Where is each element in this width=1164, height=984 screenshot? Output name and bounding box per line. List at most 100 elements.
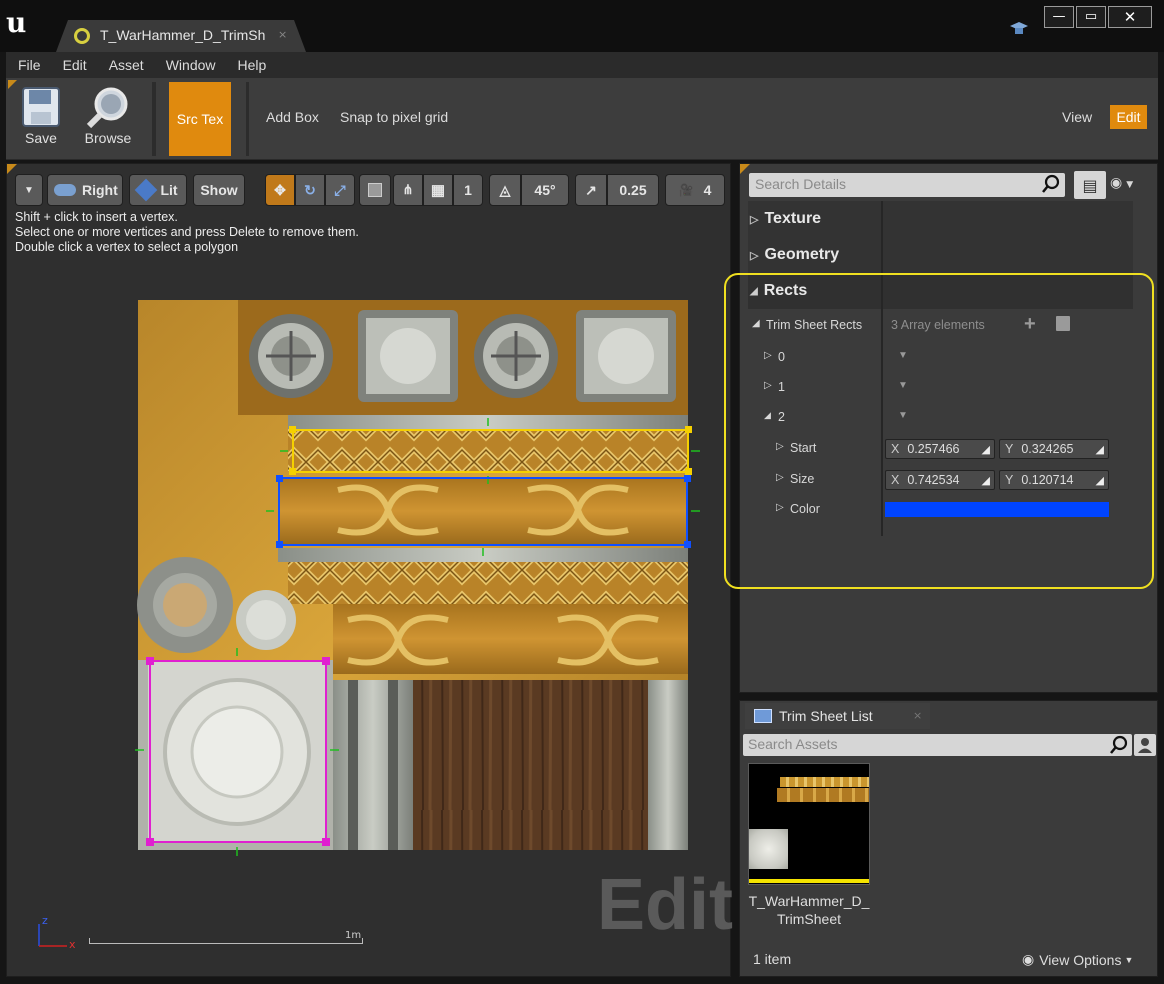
browse-button[interactable]: Browse (80, 86, 136, 146)
person-icon (1138, 738, 1152, 753)
section-rects[interactable]: ◢ Rects (748, 273, 1133, 309)
menu-asset[interactable]: Asset (97, 57, 154, 73)
drag-handle-icon[interactable]: ◢ (982, 443, 990, 456)
search-icon[interactable] (1041, 174, 1061, 194)
edit-mode-button[interactable]: Edit (1110, 105, 1147, 129)
scale-bar (89, 938, 363, 944)
tab-trim-sheet-list[interactable]: Trim Sheet List × (745, 703, 930, 731)
camera-speed-dropdown[interactable]: 🎥 4 (665, 174, 725, 206)
section-geometry[interactable]: ▷ Geometry (748, 237, 1133, 273)
hint-line: Double click a vertex to select a polygo… (15, 240, 239, 254)
grid-snap-button[interactable]: ▦ (423, 174, 453, 206)
viewport[interactable]: ▼ Right Lit Show ✥ ↻ ⤢ ⋔ ▦ 1 ◬ 45° ↗ 0.2… (6, 163, 733, 977)
tab-close-icon[interactable]: × (913, 709, 922, 722)
save-label: Save (25, 130, 57, 146)
tab-close-icon[interactable]: × (278, 28, 287, 41)
menu-edit[interactable]: Edit (51, 57, 97, 73)
element-1-menu-icon[interactable]: ▼ (898, 380, 908, 391)
section-texture[interactable]: ▷ Texture (748, 201, 1133, 237)
element-2-menu-icon[interactable]: ▼ (898, 410, 908, 421)
lit-mode-label: Lit (160, 182, 178, 198)
document-tab[interactable]: T_WarHammer_D_TrimSh × (56, 20, 306, 52)
asset-search-input[interactable]: Search Assets (748, 736, 838, 752)
menu-window[interactable]: Window (154, 57, 226, 73)
metal-square (358, 310, 458, 402)
add-box-button[interactable]: Add Box (266, 109, 319, 125)
view-options-button[interactable]: ◉ View Options ▼ (1022, 951, 1133, 968)
maximize-button[interactable]: ▭ (1076, 6, 1106, 28)
x-axis-label: X (891, 473, 900, 487)
asset-search-box[interactable]: Search Assets (743, 734, 1132, 756)
section-rects-label: Rects (763, 282, 808, 299)
view-type-button[interactable]: Right (47, 174, 123, 206)
hint-line: Select one or more vertices and press De… (15, 225, 359, 239)
user-filter-button[interactable] (1134, 734, 1156, 756)
surface-snap-button[interactable]: ⋔ (393, 174, 423, 206)
braid-band (288, 429, 688, 471)
collapsed-arrow-icon[interactable]: ▷ (776, 502, 784, 513)
y-axis-label: Y (1005, 442, 1014, 456)
snap-to-pixel-grid-button[interactable]: Snap to pixel grid (340, 109, 448, 125)
details-search-box[interactable]: Search Details (749, 173, 1065, 197)
close-button[interactable]: ✕ (1108, 6, 1152, 28)
expanded-arrow-icon[interactable]: ◢ (752, 318, 760, 329)
texture-canvas[interactable] (135, 300, 700, 856)
column-divider (881, 201, 883, 536)
show-label: Show (200, 182, 238, 198)
scale-tool-button[interactable]: ⤢ (325, 174, 355, 206)
element-index-2: 2 (778, 410, 785, 424)
collapsed-arrow-icon[interactable]: ▷ (776, 441, 784, 452)
learn-icon[interactable] (1008, 20, 1030, 36)
size-y-field[interactable]: Y 0.120714 ◢ (999, 470, 1109, 490)
translate-tool-button[interactable]: ✥ (265, 174, 295, 206)
drag-handle-icon[interactable]: ◢ (982, 474, 990, 487)
src-tex-label: Src Tex (176, 111, 224, 127)
color-swatch[interactable] (885, 502, 1109, 517)
mode-watermark: Edit (597, 865, 733, 945)
edit-mode-label: Edit (1116, 109, 1141, 125)
toolbar: Save Browse Src Tex Add Box Snap to pixe… (6, 78, 1158, 160)
start-x-field[interactable]: X 0.257466 ◢ (885, 439, 995, 459)
drag-handle-icon[interactable]: ◢ (1096, 474, 1104, 487)
start-y-value: 0.324265 (1021, 442, 1074, 456)
drag-handle-icon[interactable]: ◢ (1096, 443, 1104, 456)
src-tex-button[interactable]: Src Tex (169, 82, 231, 156)
lit-mode-button[interactable]: Lit (129, 174, 187, 206)
collapsed-arrow-icon[interactable]: ▷ (776, 472, 784, 483)
start-y-field[interactable]: Y 0.324265 ◢ (999, 439, 1109, 459)
add-element-icon[interactable]: + (1024, 313, 1036, 336)
medallion (249, 314, 333, 398)
save-button[interactable]: Save (18, 86, 64, 146)
item-count-label: 1 item (753, 951, 792, 967)
unreal-logo-icon[interactable]: u (6, 8, 36, 38)
view-mode-button[interactable]: View (1062, 109, 1092, 125)
metal-column (333, 680, 413, 850)
rotation-snap-dropdown[interactable]: 45° (521, 174, 569, 206)
magnifier-icon (86, 87, 128, 129)
trim-sheet-list-panel: Trim Sheet List × Search Assets T_WarHam… (739, 700, 1158, 977)
rotate-tool-button[interactable]: ↻ (295, 174, 325, 206)
menu-help[interactable]: Help (226, 57, 277, 73)
size-x-field[interactable]: X 0.742534 ◢ (885, 470, 995, 490)
rotation-snap-button[interactable]: ◬ (489, 174, 521, 206)
delete-all-icon[interactable] (1056, 316, 1070, 331)
coordinate-system-button[interactable] (359, 174, 391, 206)
visibility-options-button[interactable]: ◉ ▼ (1110, 175, 1150, 195)
grid-size-dropdown[interactable]: 1 (453, 174, 483, 206)
viewport-options-button[interactable]: ▼ (15, 174, 43, 206)
property-matrix-button[interactable]: ▤ (1074, 171, 1106, 199)
menu-file[interactable]: File (6, 57, 51, 73)
collapsed-arrow-icon[interactable]: ▷ (764, 380, 772, 391)
viewport-corner-marker (7, 164, 17, 174)
asset-tile[interactable] (748, 763, 870, 885)
scale-snap-dropdown[interactable]: 0.25 (607, 174, 659, 206)
search-icon[interactable] (1109, 735, 1129, 755)
details-search-input[interactable]: Search Details (755, 176, 846, 192)
collapsed-arrow-icon[interactable]: ▷ (764, 350, 772, 361)
element-0-menu-icon[interactable]: ▼ (898, 350, 908, 361)
minimize-button[interactable]: — (1044, 6, 1074, 28)
expanded-arrow-icon[interactable]: ◢ (764, 410, 771, 421)
scale-snap-button[interactable]: ↗ (575, 174, 607, 206)
grid-size-value: 1 (464, 182, 472, 198)
show-button[interactable]: Show (193, 174, 245, 206)
